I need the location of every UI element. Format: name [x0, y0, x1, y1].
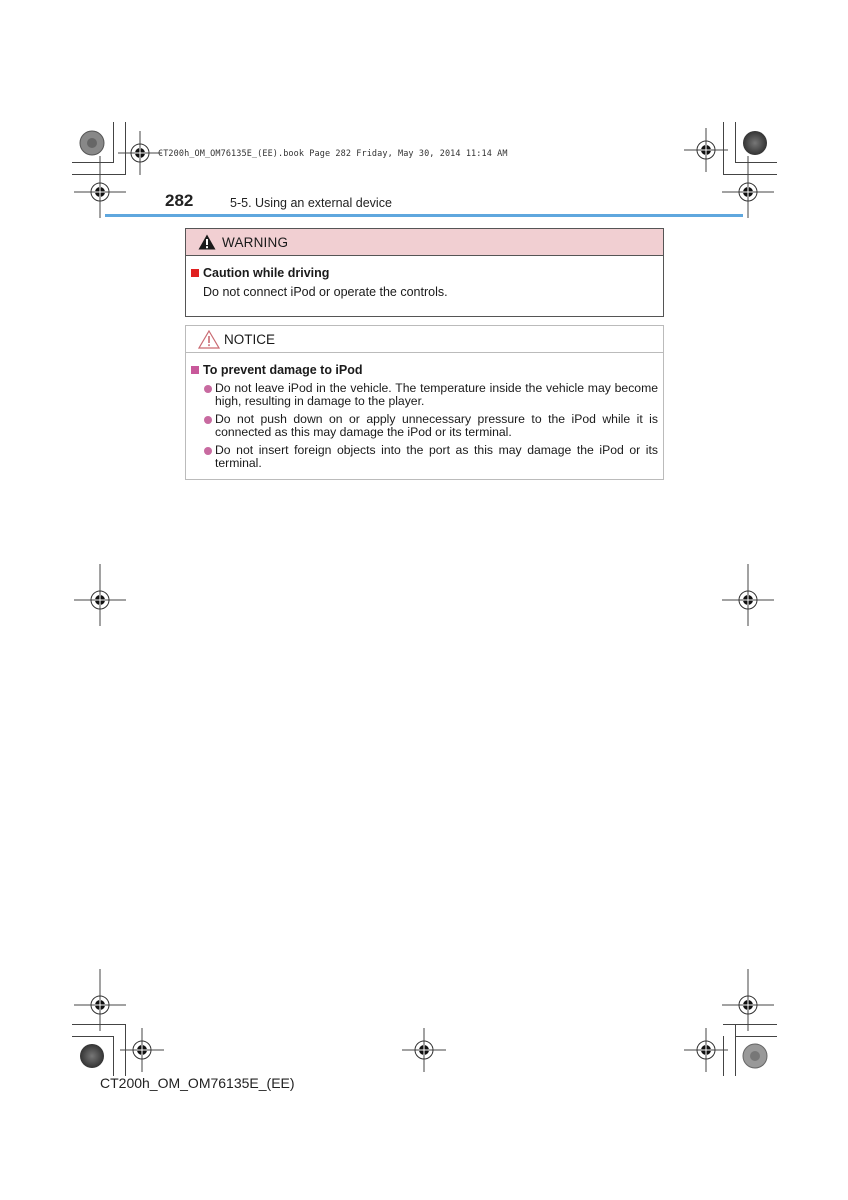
footer-code: CT200h_OM_OM76135E_(EE) [100, 1075, 295, 1091]
warning-title-text: Caution while driving [203, 266, 330, 280]
bullet-dot-icon [204, 416, 212, 424]
registration-target-icon [117, 130, 163, 176]
section-title: 5-5. Using an external device [230, 196, 392, 210]
registration-target-icon [73, 968, 127, 1032]
warning-text: Do not connect iPod or operate the contr… [203, 285, 448, 299]
notice-title-text: To prevent damage to iPod [203, 363, 363, 377]
warning-label: WARNING [222, 234, 289, 250]
notice-label: NOTICE [224, 331, 276, 347]
print-slug: CT200h_OM_OM76135E_(EE).book Page 282 Fr… [158, 149, 508, 159]
registration-target-icon [73, 563, 127, 627]
pink-square-bullet-icon [191, 366, 199, 374]
color-disk-icon [742, 1043, 768, 1069]
registration-target-icon [721, 155, 775, 219]
color-disk-icon [80, 1044, 104, 1068]
notice-header: NOTICE [186, 326, 663, 353]
bullet-dot-icon [204, 447, 212, 455]
notice-item-text: Do not leave iPod in the vehicle. The te… [215, 381, 658, 408]
warning-header: WARNING [186, 229, 663, 256]
color-disk-icon [79, 130, 105, 156]
notice-title: To prevent damage to iPod [191, 363, 658, 377]
color-disk-icon [743, 131, 767, 155]
notice-item-text: Do not insert foreign objects into the p… [215, 443, 658, 470]
notice-list-item: Do not push down on or apply unnecessary… [191, 413, 658, 439]
notice-item-text: Do not push down on or apply unnecessary… [215, 412, 658, 439]
red-square-bullet-icon [191, 269, 199, 277]
notice-box: NOTICE To prevent damage to iPod Do not … [185, 325, 664, 480]
registration-target-icon [401, 1027, 447, 1073]
bullet-dot-icon [204, 385, 212, 393]
registration-target-icon [721, 563, 775, 627]
registration-target-icon [721, 968, 775, 1032]
registration-target-icon [683, 1027, 729, 1073]
registration-marks [73, 127, 775, 1073]
notice-triangle-icon [198, 329, 220, 349]
registration-target-icon [683, 127, 729, 173]
registration-target-icon [73, 155, 127, 219]
warning-title: Caution while driving [191, 266, 663, 280]
warning-box: WARNING Caution while driving Do not con… [185, 228, 664, 317]
registration-target-icon [119, 1027, 165, 1073]
warning-triangle-icon [198, 234, 216, 250]
page-number: 282 [165, 191, 194, 210]
header-rule [105, 214, 743, 217]
notice-list-item: Do not insert foreign objects into the p… [191, 444, 658, 470]
notice-list-item: Do not leave iPod in the vehicle. The te… [191, 382, 658, 408]
